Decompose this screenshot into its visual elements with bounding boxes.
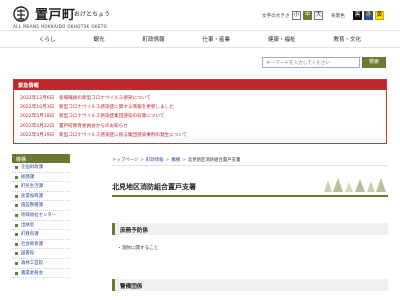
emergency-item-text[interactable]: 役場職員の新型コロナウイルス感染について (59, 96, 151, 101)
section-heading: 警備団係 (112, 279, 388, 291)
nav-item-education-culture[interactable]: 教育・文化 (333, 35, 361, 43)
bg-color-label: 背景色 (331, 14, 345, 19)
sidebar-item[interactable]: 企画財政課 (12, 163, 70, 173)
nav-item-work-industry[interactable]: 仕事・産業 (202, 35, 230, 43)
emergency-item-date: 2022年4月22日 (20, 123, 55, 129)
page-title: 北見地区消防組合置戸支署 (112, 183, 196, 191)
emergency-info-title: 緊急情報 (14, 80, 386, 90)
breadcrumb-separator-icon: > (182, 158, 186, 163)
text-size-large-button[interactable]: 大 (314, 11, 323, 20)
sidebar-item[interactable]: 社会教育課 (12, 240, 70, 250)
emergency-info-list: 2022年12月6日 役場職員の新型コロナウイルス感染について 2022年10月3… (14, 90, 386, 140)
town-emblem-icon[interactable] (13, 6, 29, 22)
sidebar-item[interactable]: 施設整備課 (12, 201, 70, 211)
emergency-item-text[interactable]: 新型コロナウイルス感染症集団感染の収束について (59, 114, 165, 119)
text-size-small-button[interactable]: 小 (292, 11, 301, 20)
breadcrumb-divider (112, 165, 388, 166)
bg-color-black-button[interactable]: 黒 (353, 11, 362, 20)
sidebar-item[interactable]: 図書館 (12, 249, 70, 259)
nav-item-living[interactable]: くらし (39, 35, 56, 43)
sidebar-item[interactable]: 森林工芸館 (12, 259, 70, 269)
breadcrumb-separator-icon: > (165, 158, 170, 163)
emergency-info-box: 緊急情報 2022年12月6日 役場職員の新型コロナウイルス感染について 2022… (13, 79, 387, 144)
nav-item-town-info[interactable]: 町政情報 (142, 35, 164, 43)
sidebar-item[interactable]: 町教育課 (12, 230, 70, 240)
sidebar-item[interactable]: 総務課 (12, 173, 70, 183)
emergency-item[interactable]: 2022年4月19日 新型コロナウイルス感染症に係る集団感染事例の発生について (20, 131, 380, 140)
title-underline (112, 195, 388, 197)
emergency-item-date: 2022年5月18日 (20, 114, 55, 120)
text-size-medium-button[interactable]: 中 (303, 11, 312, 20)
emergency-item-date: 2022年4月19日 (20, 132, 55, 138)
sidebar-item[interactable]: 地域福祉センター (12, 211, 70, 221)
site-logo-kana: おけとちょう (74, 11, 111, 18)
bg-color-yellow-button[interactable]: 黄 (375, 11, 384, 20)
emergency-item[interactable]: 2022年4月22日 置戸町教育委員会からのお知らせ (20, 122, 380, 131)
emergency-item[interactable]: 2022年12月6日 役場職員の新型コロナウイルス感染について (20, 94, 380, 103)
forest-decoration-icon (324, 178, 386, 192)
emergency-item-text[interactable]: 新型コロナウイルス感染症に係る集団感染事例の発生について (59, 133, 188, 138)
search-button[interactable]: 検索 (362, 57, 386, 68)
search-input[interactable] (262, 57, 360, 68)
breadcrumb-item-top[interactable]: トップページ (112, 158, 138, 163)
emergency-item-text[interactable]: 置戸町教育委員会からのお知らせ (59, 124, 128, 129)
site-logo-roman: ALL MEANS HOKKAIDO OKHOTSK OKETO (13, 24, 108, 29)
sidebar-item[interactable]: 出納室 (12, 221, 70, 231)
sidebar: 機構 企画財政課 総務課 町民生活課 産業振興課 施設整備課 地域福祉センター … (12, 154, 70, 300)
sidebar-item[interactable]: 農業委員会 (12, 269, 70, 279)
breadcrumb: トップページ > 町政情報 > 機構 > 北見地区消防組合置戸支署 (112, 157, 240, 163)
text-size-label: 文字の大きさ (262, 14, 290, 19)
emergency-item-date: 2022年12月6日 (20, 96, 55, 101)
emergency-item[interactable]: 2022年5月18日 新型コロナウイルス感染症集団感染の収束について (20, 112, 380, 121)
nav-item-health-welfare[interactable]: 健康・福祉 (268, 35, 296, 43)
sidebar-item[interactable]: 産業振興課 (12, 192, 70, 202)
sidebar-title: 機構 (12, 154, 70, 163)
site-logo-name[interactable]: 置戸町 (35, 4, 76, 23)
section-heading: 庶務予防係 (112, 223, 388, 235)
nav-item-tourism[interactable]: 観光 (93, 35, 104, 43)
bg-color-blue-button[interactable]: 青 (364, 11, 373, 20)
section-list-item: 消防に関すること (117, 245, 159, 251)
breadcrumb-separator-icon: > (140, 158, 144, 163)
breadcrumb-item-town-info[interactable]: 町政情報 (146, 158, 164, 163)
global-nav: くらし 観光 町政情報 仕事・産業 健康・福祉 教育・文化 (0, 30, 400, 48)
breadcrumb-item-current: 北見地区消防組合置戸支署 (187, 158, 241, 163)
emergency-item-date: 2022年10月3日 (20, 105, 55, 111)
breadcrumb-item-organization[interactable]: 機構 (171, 158, 180, 163)
emergency-item[interactable]: 2022年10月3日 新型コロナウイルス感染症に関する情報を更新しました (20, 103, 380, 112)
emergency-item-text[interactable]: 新型コロナウイルス感染症に関する情報を更新しました (59, 105, 174, 110)
sidebar-item[interactable]: 町民生活課 (12, 182, 70, 192)
